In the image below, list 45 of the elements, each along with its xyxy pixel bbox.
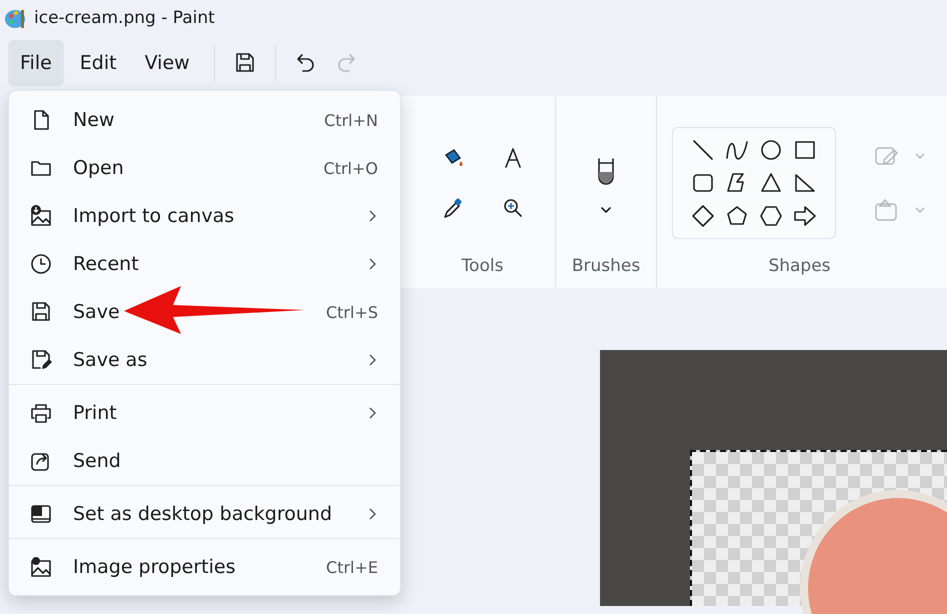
window-title: ice-cream.png - Paint [34,8,215,28]
menu-tab[interactable]: View [132,40,202,86]
menu-item[interactable]: Save as [9,336,400,385]
menu-item[interactable]: Image properties Ctrl+E [9,543,400,591]
arrow-shape-icon[interactable] [792,204,816,228]
triangle-icon[interactable] [758,171,782,195]
chevron-right-icon [368,209,378,223]
clock-icon [29,252,53,276]
chevron-right-icon [368,507,378,521]
group-label: Brushes [572,256,640,276]
menu-item[interactable]: Open Ctrl+O [9,144,400,192]
shortcut-text: Ctrl+E [326,558,378,576]
menu-item[interactable]: Set as desktop background [9,490,400,539]
save-as-icon [29,348,53,372]
chevron-right-icon [368,406,378,420]
hexagon-icon[interactable] [758,204,782,228]
desktop-background-icon [29,502,53,526]
menu-item[interactable]: New Ctrl+N [9,96,400,144]
menu-tab[interactable]: File [8,40,64,86]
printer-icon [29,401,53,425]
pentagon-icon[interactable] [724,204,748,228]
menu-item[interactable]: Send [9,437,400,486]
save-icon [29,300,53,324]
menu-item[interactable]: Print [9,389,400,437]
chevron-right-icon [368,257,378,271]
menu-item[interactable]: Recent [9,240,400,288]
menu-item[interactable]: Import to canvas [9,192,400,240]
oval-icon[interactable] [758,138,782,162]
line-icon[interactable] [690,138,714,162]
shortcut-text: Ctrl+O [324,158,378,178]
shortcut-text: Ctrl+N [324,110,378,130]
image-import-icon [29,204,53,228]
image-settings-icon [29,555,53,579]
chevron-down-icon[interactable] [600,206,612,214]
menu-item[interactable]: Save Ctrl+S [9,288,400,336]
group-label: Tools [462,256,504,276]
curve-icon[interactable] [724,138,748,162]
diamond-icon[interactable] [690,204,714,228]
chevron-right-icon [368,353,378,367]
group-label: Shapes [768,256,831,276]
shortcut-text: Ctrl+S [326,302,378,322]
right-triangle-icon[interactable] [792,171,816,195]
rounded-rectangle-icon[interactable] [690,171,714,195]
rectangle-icon[interactable] [792,138,816,162]
menu-tab[interactable]: Edit [68,40,129,86]
